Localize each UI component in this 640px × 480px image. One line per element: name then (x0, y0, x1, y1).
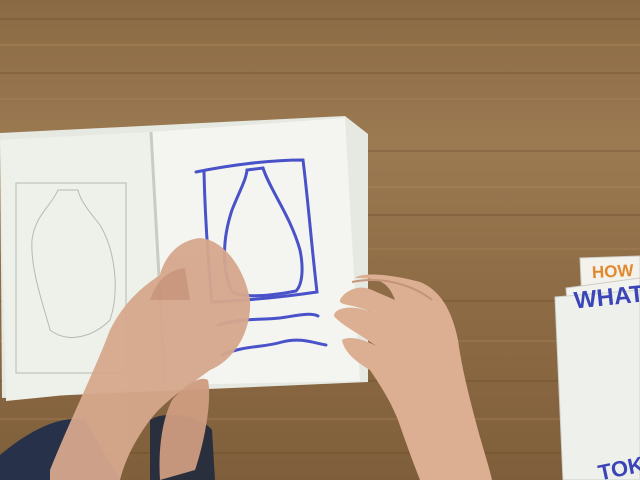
right-hand (334, 274, 492, 480)
hands (0, 238, 492, 480)
photo-scene: HOW WHAT TOK (0, 0, 640, 480)
